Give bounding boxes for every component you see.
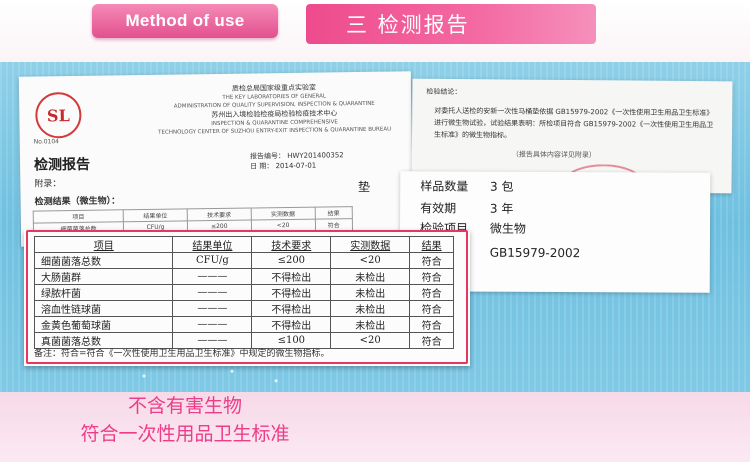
sample-quantity-row: 样品数量 3 包 [420, 177, 513, 194]
table-cell: 结果 [314, 206, 353, 220]
report-title: 检测报告 [33, 156, 91, 174]
tagline-line-2: 符合一次性用品卫生标准 [80, 423, 290, 445]
table-cell: ≤200 [251, 252, 332, 269]
conclusion-note: （报告具体内容详见附录） [511, 150, 596, 160]
table-cell: 符合 [409, 332, 454, 349]
table-cell: 符合 [409, 252, 454, 269]
report-meta: 报告编号： HWY201400352 日 期： 2014-07-01 [250, 150, 344, 171]
table-cell: 符合 [409, 268, 454, 285]
table-cell: <20 [330, 252, 411, 269]
column-header: 实测数据 [330, 236, 411, 253]
column-header: 结果 [409, 236, 454, 253]
results-label: 检测结果（微生物）： [34, 196, 121, 208]
table-cell: 细菌菌落总数 [33, 252, 174, 269]
method-of-use-label: Method of use [92, 4, 278, 38]
section-title: 三 检测报告 [306, 4, 596, 44]
microbial-results-table: 项目 结果单位 技术要求 实测数据 结果 细菌菌落总数 CFU/g ≤200 <… [33, 236, 454, 349]
table-cell: ——— [172, 316, 253, 333]
conclusion-label: 检验结论： [426, 87, 462, 97]
table-cell: 不得检出 [251, 316, 332, 333]
table-header-row: 项目 结果单位 技术要求 实测数据 结果 [33, 236, 454, 253]
column-header: 项目 [33, 236, 174, 253]
report-number: 报告编号： HWY201400352 [249, 151, 344, 161]
table-cell: 溶血性链球菌 [33, 300, 174, 317]
table-cell: 符合 [409, 300, 454, 317]
table-row: 细菌菌落总数 CFU/g ≤200 <20 符合 [33, 252, 454, 269]
table-cell: ——— [172, 284, 253, 301]
table-cell: 技术要求 [187, 208, 252, 221]
attachment-label: 附录： [34, 179, 62, 190]
table-row: 大肠菌群 ——— 不得检出 未检出 符合 [33, 268, 454, 285]
table-cell: 不得检出 [251, 300, 332, 317]
table-cell: 不得检出 [251, 284, 332, 301]
table-cell: 绿脓杆菌 [33, 284, 174, 301]
logo-number: No.0104 [33, 138, 60, 146]
organization-header: 质检总局国家级重点实验室 THE KEY LABORATORIES OF GEN… [149, 81, 400, 136]
field-value: 3 包 [490, 179, 514, 194]
column-header: 技术要求 [251, 236, 332, 253]
microbial-results-document: 项目 结果单位 技术要求 实测数据 结果 细菌菌落总数 CFU/g ≤200 <… [24, 230, 470, 366]
tagline-line-1: 不含有害生物 [127, 395, 242, 417]
table-row: 绿脓杆菌 ——— 不得检出 未检出 符合 [33, 284, 454, 301]
table-cell: 未检出 [330, 300, 411, 317]
report-cover-document: SL No.0104 质检总局国家级重点实验室 THE KEY LABORATO… [18, 71, 414, 247]
table-footnote: 备注：符合=符合《一次性使用卫生用品卫生标准》中规定的微生物指标。 [34, 349, 330, 359]
header-bar: Method of use 三 检测报告 [0, 0, 750, 63]
field-value: 微生物 [489, 221, 526, 236]
table-cell: 实测数据 [250, 207, 315, 221]
cnas-logo: SL [35, 91, 82, 139]
validity-row: 有效期 3 年 [420, 199, 513, 216]
field-label: 样品数量 [420, 179, 469, 194]
table-cell: 金黄色葡萄球菌 [33, 316, 174, 333]
table-cell: 符合 [409, 284, 454, 301]
report-date: 日 期： 2014-07-01 [250, 161, 317, 171]
column-header: 结果单位 [172, 236, 253, 253]
table-cell: ——— [172, 268, 253, 285]
tagline: 不含有害生物 符合一次性用品卫生标准 [0, 392, 370, 448]
partial-char: 垫 [358, 180, 371, 194]
table-cell: 未检出 [330, 316, 411, 333]
table-cell: 结果单位 [123, 208, 188, 222]
table-row: 金黄色葡萄球菌 ——— 不得检出 未检出 符合 [33, 316, 454, 333]
table-row: 溶血性链球菌 ——— 不得检出 未检出 符合 [33, 300, 454, 317]
table-cell: 未检出 [330, 284, 411, 301]
conclusion-text: 对委托人送检的安新一次性马桶垫依据 GB15979-2002《一次性使用卫生用品… [433, 106, 714, 140]
field-value: 3 年 [489, 201, 514, 216]
decorative-sparkles [100, 364, 320, 388]
table-cell: <20 [330, 332, 411, 349]
field-value: GB15979-2002 [489, 245, 581, 261]
table-cell: 大肠菌群 [33, 268, 174, 285]
field-label: 有效期 [420, 201, 457, 216]
table-cell: 不得检出 [251, 268, 332, 285]
table-cell: 未检出 [330, 268, 411, 285]
table-cell: CFU/g [172, 252, 253, 269]
table-cell: 符合 [409, 316, 454, 333]
table-cell: ——— [172, 300, 253, 317]
